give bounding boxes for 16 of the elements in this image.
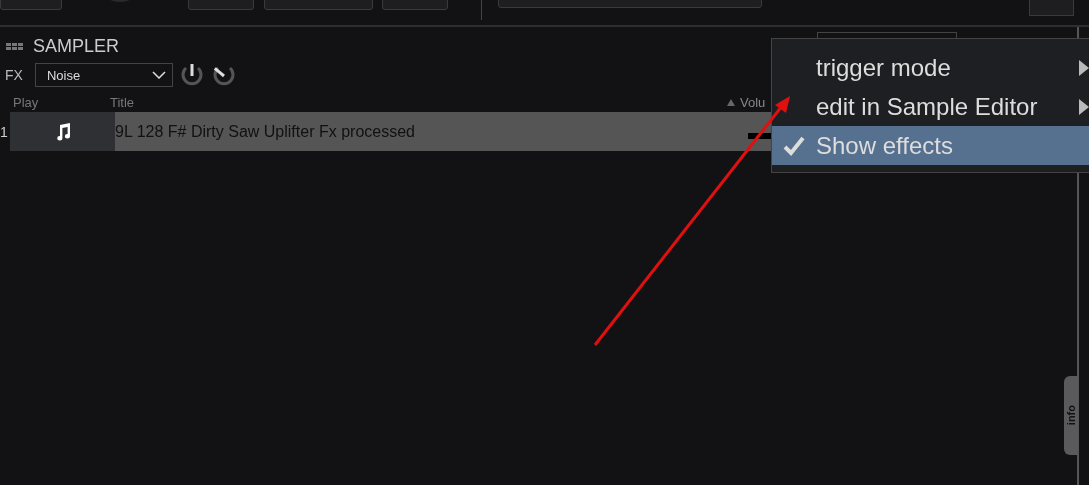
fx-label: FX bbox=[5, 67, 23, 83]
fx-dropdown[interactable]: Noise bbox=[34, 63, 173, 87]
chevron-icon bbox=[151, 71, 166, 79]
play-button[interactable] bbox=[10, 112, 115, 151]
menu-item[interactable]: Show effects bbox=[772, 126, 1089, 165]
toolbar-button[interactable] bbox=[1029, 0, 1074, 16]
column-header[interactable]: Play bbox=[0, 94, 105, 110]
column-header[interactable]: Title bbox=[105, 94, 727, 110]
panel-title: SAMPLER bbox=[33, 35, 120, 57]
music-note-icon bbox=[54, 122, 71, 141]
menu-item[interactable]: trigger mode bbox=[772, 48, 1089, 87]
column-header[interactable]: Volu bbox=[740, 94, 766, 110]
row-number: 1 bbox=[0, 122, 9, 142]
info-tab[interactable]: info bbox=[1064, 376, 1078, 455]
check-icon bbox=[783, 135, 805, 156]
grid-icon[interactable] bbox=[6, 42, 23, 50]
